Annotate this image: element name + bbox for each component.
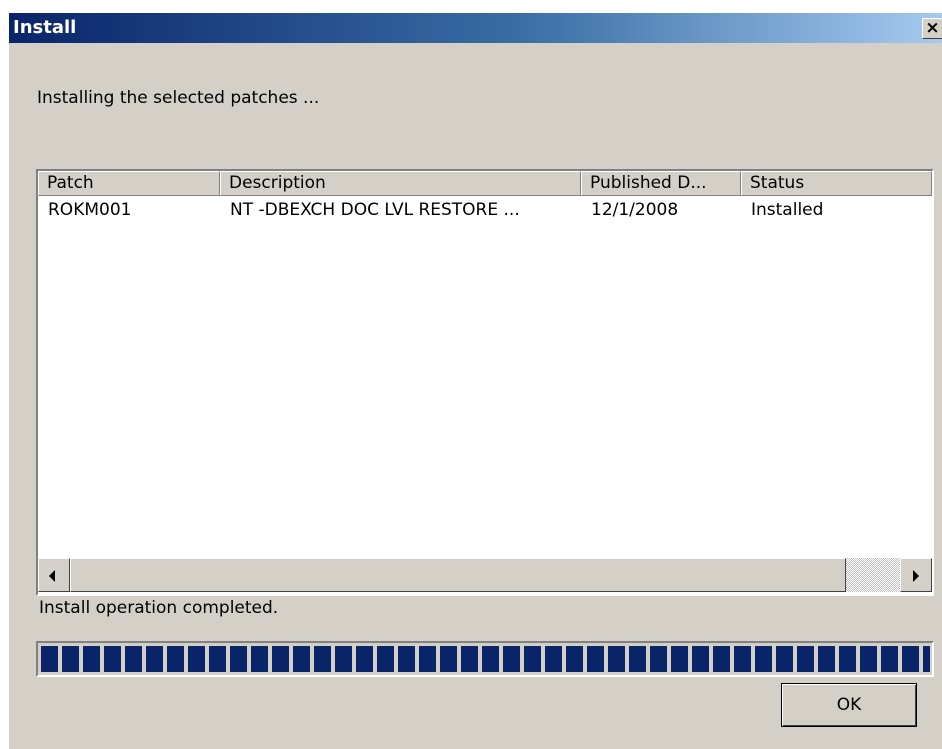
scroll-right-arrow-icon — [913, 570, 919, 582]
scroll-left-arrow-icon — [49, 570, 55, 582]
heading-text: Installing the selected patches ... — [37, 88, 320, 108]
patch-list[interactable]: Patch Description Published D... Status … — [36, 169, 934, 596]
row-status: Installed — [751, 200, 824, 220]
column-header-patch[interactable]: Patch — [38, 171, 220, 196]
close-icon: × — [925, 18, 940, 38]
window-title: Install — [13, 17, 77, 38]
status-text: Install operation completed. — [39, 598, 279, 618]
progress-bar — [36, 641, 934, 677]
column-header-description[interactable]: Description — [220, 171, 581, 196]
column-header-status[interactable]: Status — [741, 171, 932, 196]
scroll-right-button[interactable] — [900, 558, 932, 592]
row-published-date: 12/1/2008 — [591, 200, 679, 220]
horizontal-scrollbar[interactable] — [38, 558, 932, 592]
row-description: NT -DBEXCH DOC LVL RESTORE ... — [230, 200, 520, 220]
column-header-published-date[interactable]: Published D... — [581, 171, 741, 196]
ok-button[interactable]: OK — [781, 683, 917, 727]
scrollbar-thumb[interactable] — [70, 558, 846, 592]
install-dialog: Install × Installing the selected patche… — [8, 12, 942, 749]
row-patch: ROKM001 — [48, 200, 132, 220]
scroll-left-button[interactable] — [38, 558, 70, 592]
title-bar[interactable]: Install × — [9, 13, 942, 43]
close-button[interactable]: × — [922, 18, 942, 39]
scrollbar-track[interactable] — [846, 558, 900, 592]
progress-fill — [41, 646, 930, 672]
